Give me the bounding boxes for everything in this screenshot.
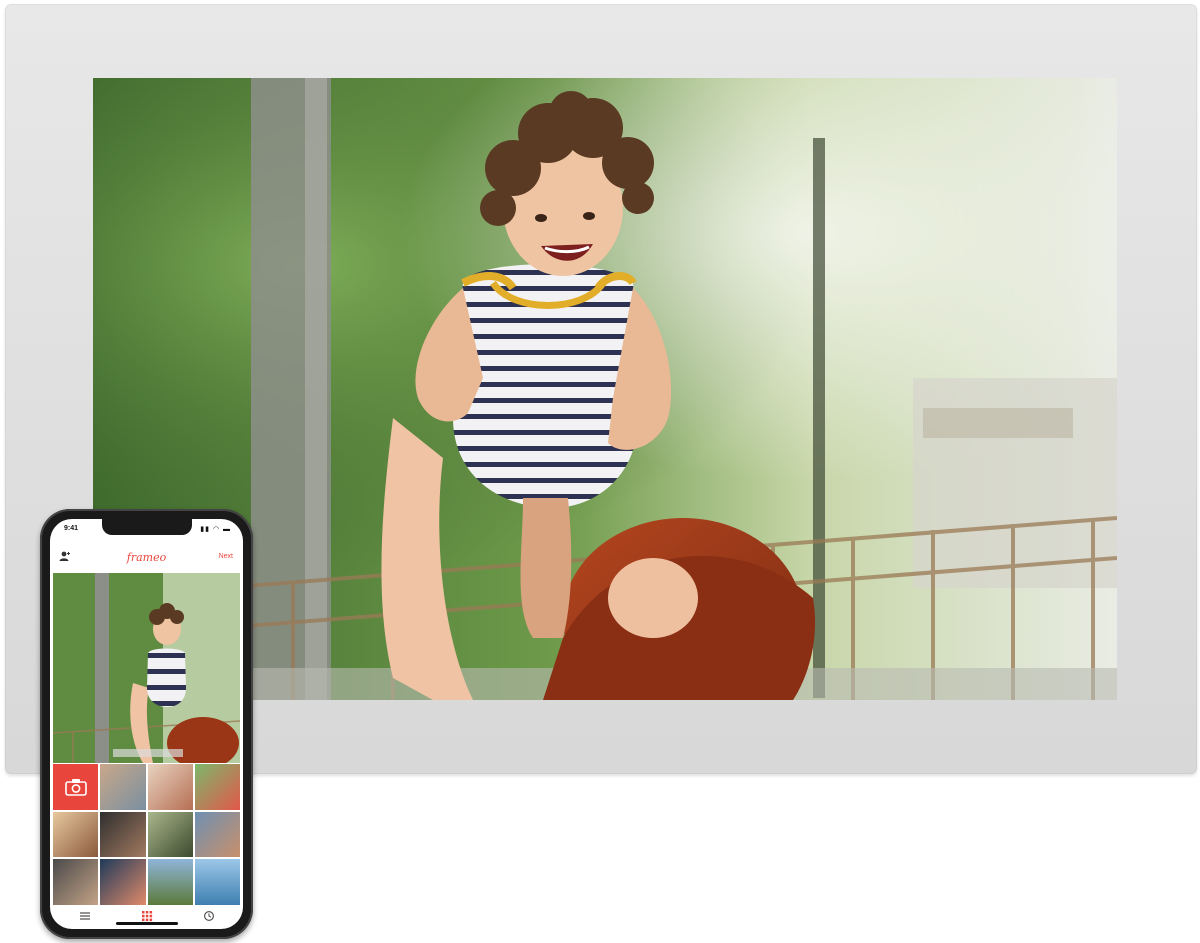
clock-icon[interactable] [202, 910, 216, 922]
phone-notch [102, 519, 192, 535]
smartphone: 9:41 ▮▮ ◠ ▬ frameo Next [40, 509, 253, 939]
phone-screen: 9:41 ▮▮ ◠ ▬ frameo Next [50, 519, 243, 929]
photo-thumbnail[interactable] [147, 764, 193, 810]
menu-icon[interactable] [78, 910, 92, 922]
photo-thumbnail[interactable] [194, 859, 240, 905]
photo-thumbnail[interactable] [100, 764, 146, 810]
featured-photo[interactable] [53, 573, 240, 763]
app-header: frameo Next [50, 545, 243, 569]
photo-thumbnail[interactable] [147, 811, 193, 858]
status-icons: ▮▮ ◠ ▬ [200, 526, 231, 533]
brand-logo: frameo [126, 551, 167, 564]
add-photo-tile[interactable] [53, 764, 99, 810]
photo-thumbnail[interactable] [194, 764, 240, 810]
photo-grid [53, 764, 240, 905]
photo-thumbnail[interactable] [100, 859, 146, 905]
photo-thumbnail[interactable] [53, 859, 99, 905]
bottom-tab-bar [50, 907, 243, 929]
next-button[interactable]: Next [219, 553, 233, 560]
grid-icon[interactable] [140, 910, 154, 922]
home-indicator [116, 922, 178, 925]
photo-thumbnail[interactable] [53, 811, 99, 858]
photo-thumbnail[interactable] [147, 859, 193, 905]
photo-thumbnail[interactable] [194, 811, 240, 858]
status-time: 9:41 [64, 525, 79, 532]
camera-icon [64, 778, 87, 796]
product-stage: 9:41 ▮▮ ◠ ▬ frameo Next [0, 0, 1200, 943]
photo-thumbnail[interactable] [100, 811, 146, 858]
